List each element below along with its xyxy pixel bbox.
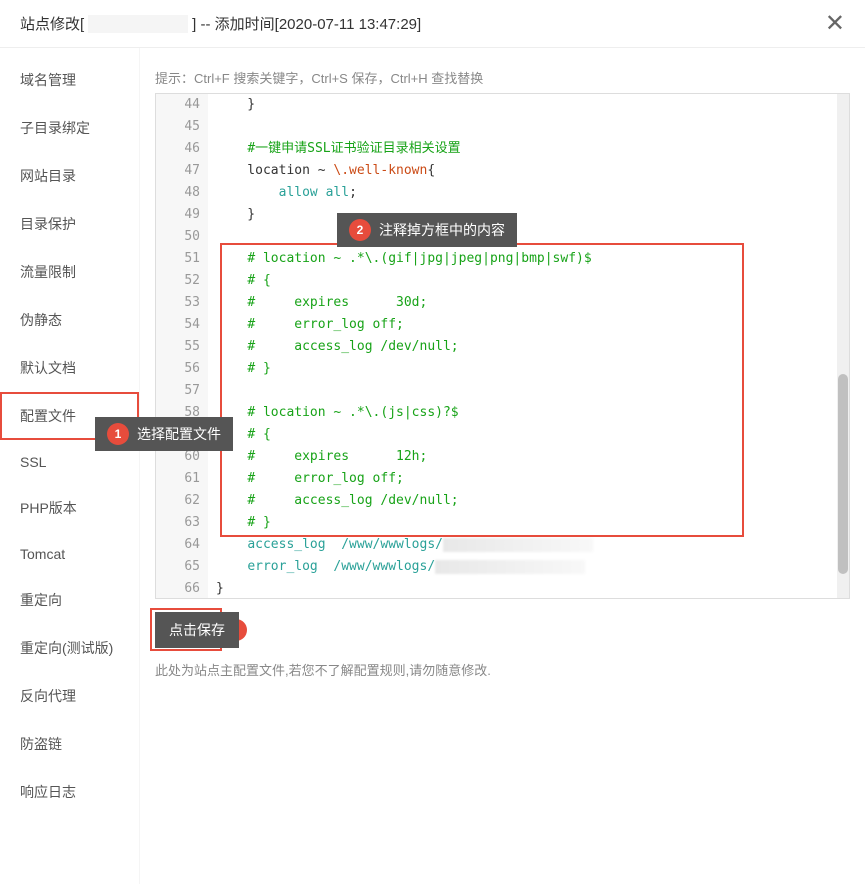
sidebar-item[interactable]: 重定向(测试版) [0, 624, 139, 672]
annotation-1-text: 选择配置文件 [137, 424, 221, 444]
editor-code[interactable]: } #一键申请SSL证书验证目录相关设置 location ~ \.well-k… [208, 94, 849, 598]
scrollbar-thumb[interactable] [838, 374, 848, 574]
annotation-badge-2: 2 [349, 219, 371, 241]
sidebar-item[interactable]: 重定向 [0, 576, 139, 624]
annotation-3: 点击保存 [155, 612, 239, 648]
dialog-header: 站点修改[ ] -- 添加时间[2020-07-11 13:47:29] ✕ [0, 0, 865, 48]
editor-hint: 提示：Ctrl+F 搜索关键字，Ctrl+S 保存，Ctrl+H 查找替换 [155, 68, 850, 87]
sidebar-item[interactable]: 默认文档 [0, 344, 139, 392]
sidebar-item[interactable]: 子目录绑定 [0, 104, 139, 152]
sidebar-item[interactable]: 流量限制 [0, 248, 139, 296]
sidebar-item[interactable]: 网站目录 [0, 152, 139, 200]
title-redacted [88, 15, 188, 33]
sidebar-item[interactable]: PHP版本 [0, 484, 139, 532]
config-editor[interactable]: 4445464748495051525354555657585960616263… [155, 93, 850, 599]
sidebar-item[interactable]: 伪静态 [0, 296, 139, 344]
sidebar-item[interactable]: 目录保护 [0, 200, 139, 248]
annotation-2: 2 注释掉方框中的内容 [337, 213, 517, 247]
annotation-3-text: 点击保存 [169, 620, 225, 640]
annotation-1: 1 选择配置文件 [95, 417, 233, 451]
save-row: 保存 3 点击保存 [155, 613, 850, 646]
close-icon[interactable]: ✕ [825, 12, 845, 36]
sidebar-item[interactable]: Tomcat [0, 532, 139, 576]
dialog-title: 站点修改[ ] -- 添加时间[2020-07-11 13:47:29] [20, 13, 421, 34]
sidebar-item[interactable]: 域名管理 [0, 56, 139, 104]
annotation-badge-1: 1 [107, 423, 129, 445]
annotation-2-text: 注释掉方框中的内容 [379, 220, 505, 240]
footer-note: 此处为站点主配置文件,若您不了解配置规则,请勿随意修改. [155, 660, 850, 679]
editor-gutter: 4445464748495051525354555657585960616263… [156, 94, 208, 598]
sidebar-item[interactable]: 反向代理 [0, 672, 139, 720]
sidebar: 域名管理子目录绑定网站目录目录保护流量限制伪静态默认文档配置文件SSLPHP版本… [0, 48, 140, 884]
sidebar-item[interactable]: 响应日志 [0, 768, 139, 816]
sidebar-item[interactable]: 防盗链 [0, 720, 139, 768]
editor-scrollbar[interactable] [837, 94, 849, 598]
title-suffix: ] -- 添加时间[2020-07-11 13:47:29] [192, 13, 421, 34]
main-panel: 提示：Ctrl+F 搜索关键字，Ctrl+S 保存，Ctrl+H 查找替换 44… [140, 48, 865, 884]
title-prefix: 站点修改[ [20, 13, 84, 34]
